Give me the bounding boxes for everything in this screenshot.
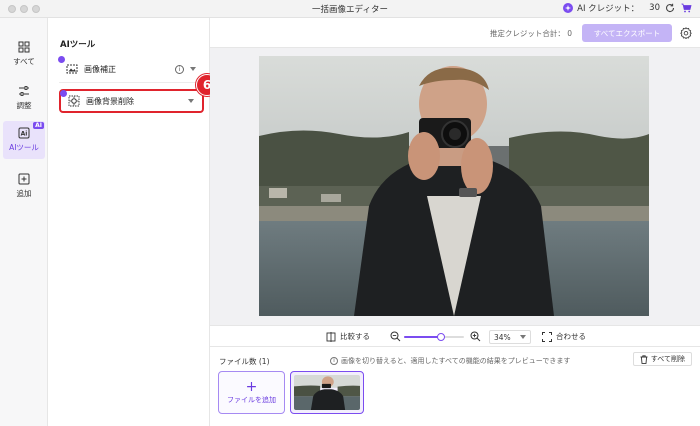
ai-credits-label: AI クレジット： (577, 4, 640, 14)
plus-icon: + (245, 378, 258, 395)
zoom-out-icon[interactable] (390, 331, 401, 342)
delete-all-button[interactable]: すべて削除 (632, 352, 692, 366)
ai-marker-icon (60, 90, 67, 97)
zoom-toolbar: 比較する 34% 合わせる (210, 325, 700, 347)
add-square-icon (18, 173, 30, 185)
add-file-button[interactable]: + ファイルを追加 (218, 371, 285, 414)
file-hint: i 画像を切り替えると、適用したすべての機能の結果をプレビューできます (330, 356, 570, 366)
info-icon[interactable]: i (175, 64, 184, 74)
panel-title: AIツール (60, 40, 96, 50)
file-count: ファイル数 (1) (219, 357, 270, 366)
compare-label: 比較する (340, 332, 370, 341)
side-nav: すべて 調整 AI Ai AIツール 追加 (0, 18, 48, 426)
ai-tools-panel: AIツール 画像補正 i 画像背景削除 6 (48, 18, 218, 426)
nav-item-ai-tools[interactable]: AI Ai AIツール (3, 121, 45, 159)
tool-background-remove[interactable]: 画像背景削除 (59, 89, 204, 113)
ai-tools-icon: Ai (18, 127, 30, 139)
ai-marker-icon (58, 56, 65, 63)
zoom-slider[interactable] (404, 333, 464, 341)
compare-icon (326, 331, 336, 342)
ai-credits-value: 30 (649, 3, 660, 13)
svg-text:Ai: Ai (21, 131, 28, 138)
main-area: 推定クレジット合計： 0 すべてエクスポート 比較する 34% 合わせる ファイ… (210, 18, 700, 426)
compare-button[interactable]: 比較する (326, 331, 370, 342)
delete-all-label: すべて削除 (650, 355, 685, 363)
cart-icon[interactable] (680, 2, 692, 14)
fit-label: 合わせる (556, 332, 586, 341)
zoom-slider-fill (404, 336, 441, 338)
ai-credit-icon (563, 3, 574, 13)
file-thumbnail[interactable] (290, 371, 364, 414)
zoom-slider-thumb[interactable] (437, 333, 445, 341)
nav-item-all[interactable]: すべて (3, 36, 45, 72)
nav-item-add[interactable]: 追加 (3, 168, 45, 204)
tool-image-enhance[interactable]: 画像補正 i (58, 56, 204, 81)
tool-label: 画像補正 (84, 64, 116, 74)
chevron-down-icon[interactable] (188, 99, 194, 103)
nav-item-label: AIツール (9, 143, 39, 152)
tool-label: 画像背景削除 (86, 96, 134, 106)
zoom-level-value: 34% (494, 332, 511, 342)
preview-image[interactable] (259, 56, 649, 316)
chevron-down-icon[interactable] (190, 67, 196, 71)
image-canvas (210, 48, 700, 343)
nav-item-label: すべて (13, 57, 35, 66)
zoom-in-icon[interactable] (470, 331, 481, 342)
nav-item-label: 調整 (16, 101, 32, 110)
background-remove-icon (67, 95, 80, 108)
enhance-icon (65, 63, 78, 76)
file-hint-text: 画像を切り替えると、適用したすべての機能の結果をプレビューできます (341, 357, 571, 365)
sliders-icon (19, 86, 29, 96)
thumbnail-image (294, 375, 360, 410)
chevron-down-icon (520, 335, 526, 339)
main-topbar: 推定クレジット合計： 0 すべてエクスポート (210, 18, 700, 48)
add-file-label: ファイルを追加 (227, 395, 276, 404)
estimated-credits: 推定クレジット合計： 0 (489, 29, 572, 38)
grid-icon (18, 41, 30, 53)
file-strip: ファイル数 (1) i 画像を切り替えると、適用したすべての機能の結果をプレビュ… (210, 347, 700, 426)
gear-icon[interactable] (680, 27, 692, 39)
ai-credits: AI クレジット： 30 (563, 2, 692, 14)
nav-item-label: 追加 (16, 189, 32, 198)
title-bar: 一括画像エディター AI クレジット： 30 (0, 0, 700, 18)
export-all-button[interactable]: すべてエクスポート (582, 24, 672, 42)
fit-screen-icon (542, 331, 552, 342)
fit-to-window-button[interactable]: 合わせる (542, 331, 586, 342)
trash-icon (640, 354, 648, 364)
zoom-level-select[interactable]: 34% (489, 330, 531, 344)
nav-item-adjust[interactable]: 調整 (3, 80, 45, 116)
refresh-icon[interactable] (664, 2, 676, 14)
ai-badge: AI (33, 122, 44, 129)
info-icon: i (330, 357, 338, 365)
tool-divider (59, 82, 204, 83)
